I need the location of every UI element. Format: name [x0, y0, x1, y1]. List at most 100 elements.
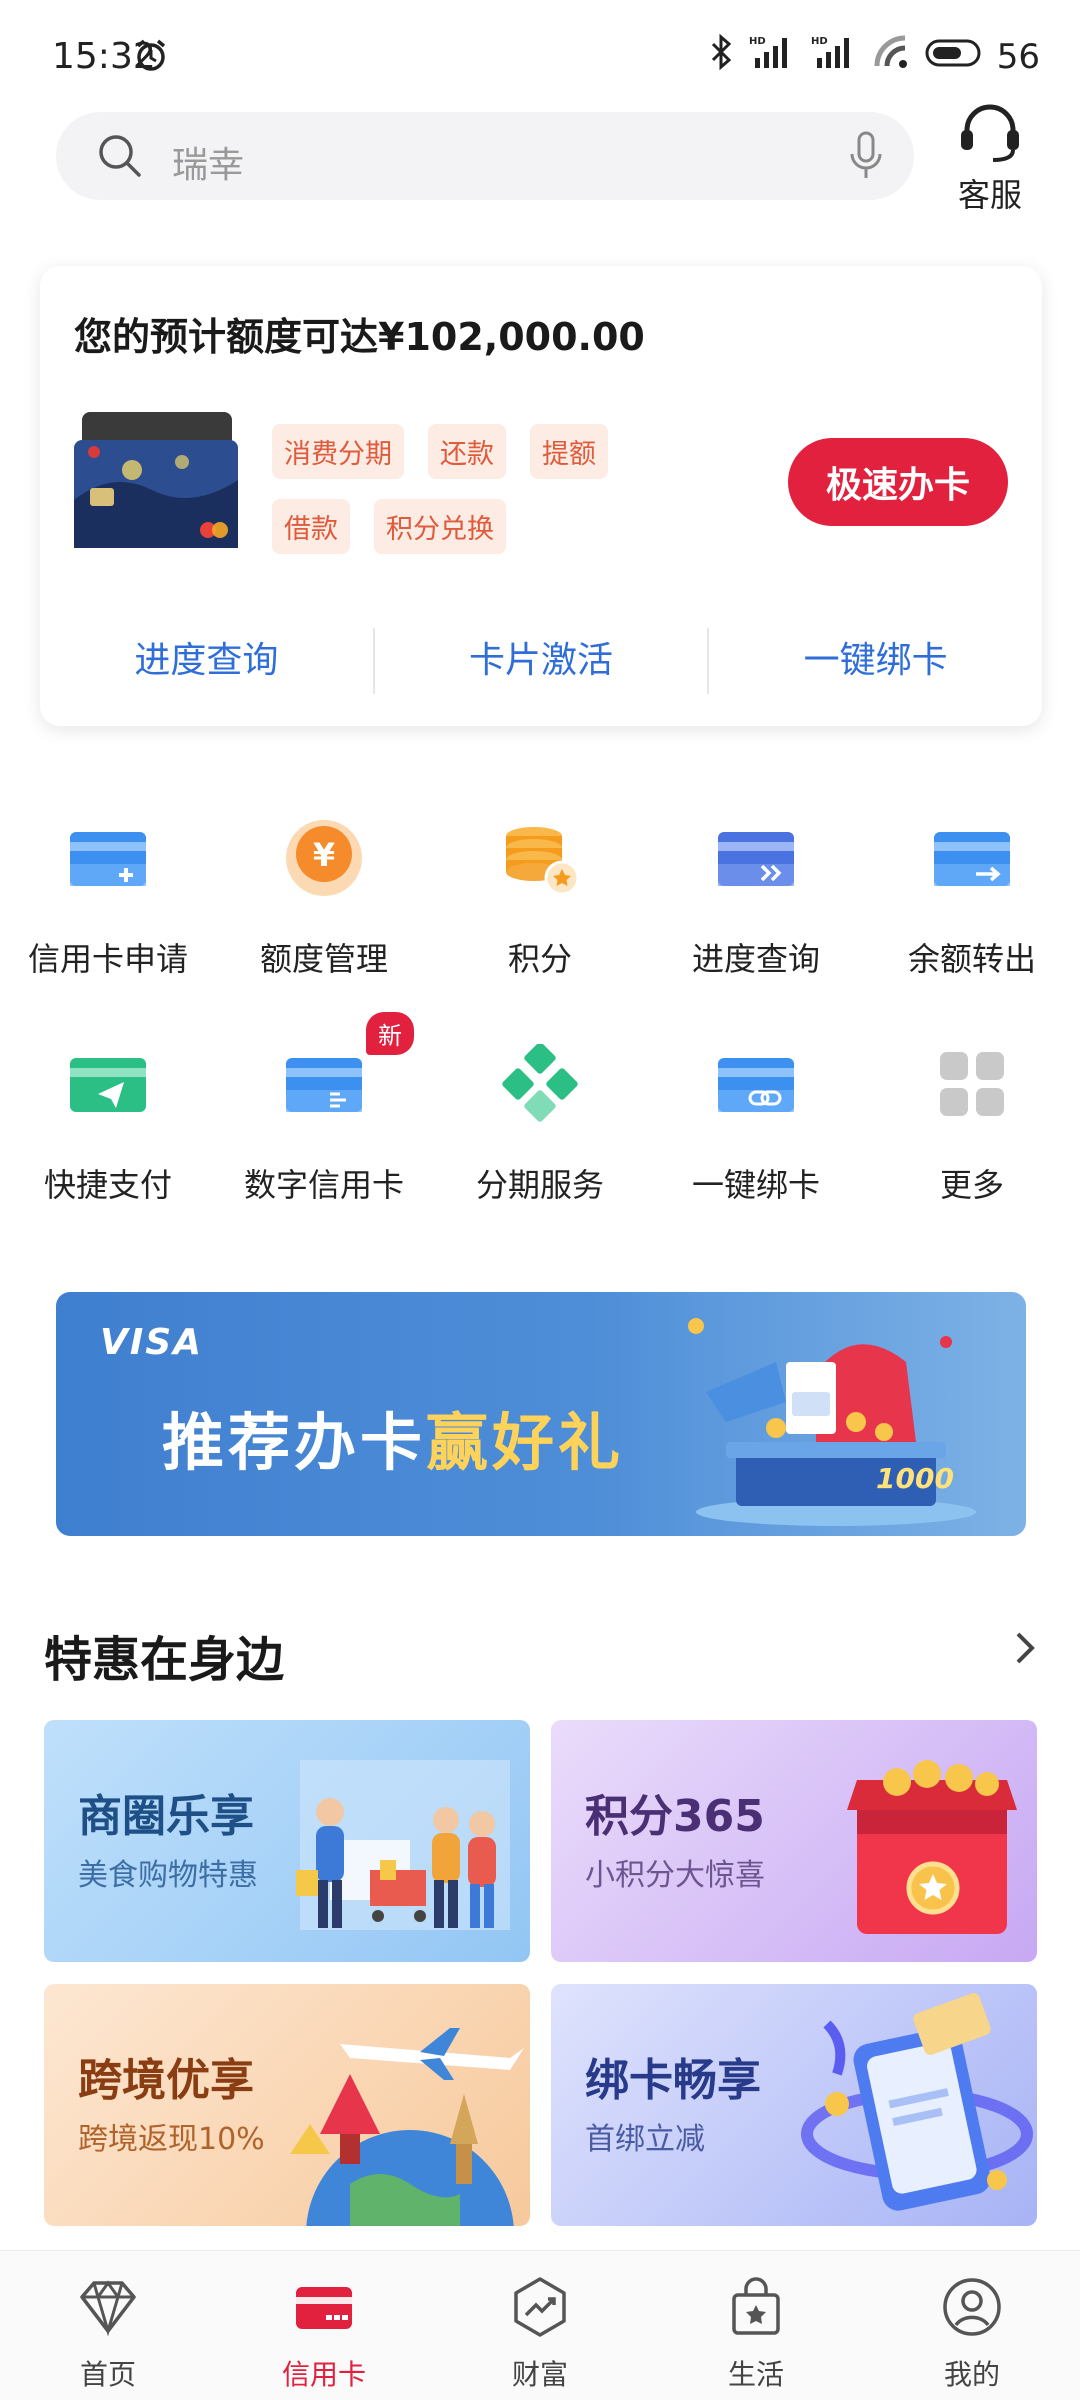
grid-item-installment[interactable]: 分期服务 [432, 1026, 648, 1252]
tile-title: 积分365 [585, 1791, 765, 1842]
tile-subtitle: 小积分大惊喜 [585, 1858, 765, 1893]
tag-repay[interactable]: 还款 [428, 424, 506, 479]
new-badge: 新 [366, 1012, 414, 1055]
tile-cross-border[interactable]: 跨境优享 跨境返现10% [44, 1984, 530, 2226]
svg-text:HD: HD [811, 36, 828, 47]
card-add-icon [68, 818, 148, 898]
section-title: 特惠在身边 [44, 1632, 285, 1688]
wifi-icon [873, 34, 909, 79]
tab-label: 生活 [727, 2358, 784, 2391]
tile-subtitle: 美食购物特惠 [78, 1858, 258, 1893]
user-icon [940, 2275, 1004, 2339]
card-activate-link[interactable]: 卡片激活 [375, 626, 708, 696]
grid-item-digital-card[interactable]: 新 数字信用卡 [216, 1012, 432, 1252]
tag-raise-limit[interactable]: 提额 [530, 424, 608, 479]
search-icon [96, 132, 144, 184]
shopping-bag-icon [724, 2275, 788, 2339]
status-bar: 15:32 HD HD 56 [0, 0, 1080, 110]
grid-item-more[interactable]: 更多 [864, 1026, 1080, 1252]
tile-title: 绑卡畅享 [585, 2055, 761, 2106]
tab-mine[interactable]: 我的 [864, 2251, 1080, 2400]
tab-label: 信用卡 [281, 2358, 366, 2391]
promo-banner[interactable]: VISA 推荐办卡赢好礼 1000 [56, 1292, 1026, 1536]
diamond-icon [76, 2275, 140, 2339]
tag-points-exchange[interactable]: 积分兑换 [374, 499, 506, 554]
customer-service-label: 客服 [957, 176, 1022, 214]
points-stack-icon [500, 818, 580, 898]
svg-text:¥: ¥ [313, 836, 335, 874]
credit-card-image [72, 410, 238, 550]
grid-label: 更多 [939, 1166, 1004, 1204]
credit-limit-title: 您的预计额度可达¥102,000.00 [74, 315, 645, 359]
tile-subtitle: 首绑立减 [585, 2122, 705, 2157]
grid-label: 一键绑卡 [691, 1166, 820, 1204]
more-grid-icon [932, 1044, 1012, 1124]
tile-subtitle: 跨境返现10% [78, 2122, 265, 2157]
card-link-icon [716, 1044, 796, 1124]
grid-item-balance-out[interactable]: 余额转出 [864, 800, 1080, 1026]
wealth-chart-icon [508, 2275, 572, 2339]
grid-label: 分期服务 [475, 1166, 604, 1204]
grid-item-card-apply[interactable]: 信用卡申请 [0, 800, 216, 1026]
tab-label: 我的 [943, 2358, 1000, 2391]
tag-installment[interactable]: 消费分期 [272, 424, 404, 479]
progress-query-link[interactable]: 进度查询 [40, 626, 373, 696]
visa-logo: VISA [100, 1322, 204, 1363]
tab-home[interactable]: 首页 [0, 2251, 216, 2400]
grid-label: 余额转出 [907, 940, 1036, 978]
grid-item-points[interactable]: 积分 [432, 800, 648, 1026]
tab-label: 财富 [511, 2358, 568, 2391]
installment-icon [500, 1042, 580, 1124]
tab-label: 首页 [79, 2358, 136, 2391]
tile-points-365[interactable]: 积分365 小积分大惊喜 [551, 1720, 1037, 1962]
grid-label: 额度管理 [259, 940, 388, 978]
tile-business-district[interactable]: 商圈乐享 美食购物特惠 [44, 1720, 530, 1962]
bluetooth-icon [709, 33, 733, 79]
tile-bind-card[interactable]: 绑卡畅享 首绑立减 [551, 1984, 1037, 2226]
grid-item-quick-pay[interactable]: 快捷支付 [0, 1026, 216, 1252]
tag-loan[interactable]: 借款 [272, 499, 350, 554]
search-input[interactable]: 瑞幸 [56, 112, 914, 200]
quick-pay-icon [68, 1044, 148, 1124]
shopping-illustration [296, 1760, 510, 1930]
grid-label: 快捷支付 [43, 1166, 172, 1204]
grid-item-bind-card[interactable]: 一键绑卡 [648, 1026, 864, 1252]
battery-level: 56 [996, 36, 1040, 77]
digital-card-icon [284, 1044, 364, 1124]
yuan-coin-icon: ¥ [284, 818, 364, 898]
tile-title: 跨境优享 [78, 2055, 254, 2106]
signal-icon-2: HD [811, 34, 857, 79]
banner-text-main: 推荐办卡 [162, 1406, 427, 1479]
credit-card-panel: 您的预计额度可达¥102,000.00 消费分期 还款 提额 借款 积分兑换 极… [40, 266, 1042, 726]
grid-label: 进度查询 [691, 940, 820, 978]
red-envelope-illustration [847, 1760, 1017, 1934]
bottom-tab-bar: 首页 信用卡 财富 生活 我的 [0, 2250, 1080, 2400]
banner-prize: 1000 [876, 1462, 954, 1495]
customer-service-button[interactable]: 客服 [950, 100, 1030, 216]
bind-card-link[interactable]: 一键绑卡 [709, 626, 1042, 696]
grid-item-progress[interactable]: 进度查询 [648, 800, 864, 1026]
banner-text-highlight: 赢好礼 [426, 1406, 625, 1479]
grid-label: 信用卡申请 [27, 940, 188, 978]
phone-card-illustration [801, 1993, 1033, 2211]
credit-card-icon [292, 2275, 356, 2339]
card-progress-icon [716, 818, 796, 898]
headset-icon [955, 104, 1025, 168]
quick-apply-button[interactable]: 极速办卡 [788, 438, 1008, 526]
card-transfer-icon [932, 818, 1012, 898]
panel-links: 进度查询 卡片激活 一键绑卡 [40, 626, 1042, 696]
microphone-icon[interactable] [848, 130, 884, 186]
globe-plane-illustration [290, 2028, 524, 2226]
tab-credit-card[interactable]: 信用卡 [216, 2251, 432, 2400]
function-grid: 信用卡申请 ¥ 额度管理 积分 进度查询 余额转出 快捷支付 新 数字信用卡 分… [0, 800, 1080, 1252]
chevron-right-icon[interactable] [1006, 1628, 1042, 1672]
signal-icon: HD [749, 34, 795, 79]
tab-life[interactable]: 生活 [648, 2251, 864, 2400]
tile-title: 商圈乐享 [78, 1791, 254, 1842]
alarm-icon [134, 38, 168, 76]
gift-box-illustration: 1000 [688, 1318, 976, 1526]
grid-label: 数字信用卡 [243, 1166, 404, 1204]
grid-item-limit-manage[interactable]: ¥ 额度管理 [216, 800, 432, 1026]
tab-wealth[interactable]: 财富 [432, 2251, 648, 2400]
service-tags: 消费分期 还款 提额 借款 积分兑换 [272, 424, 652, 554]
